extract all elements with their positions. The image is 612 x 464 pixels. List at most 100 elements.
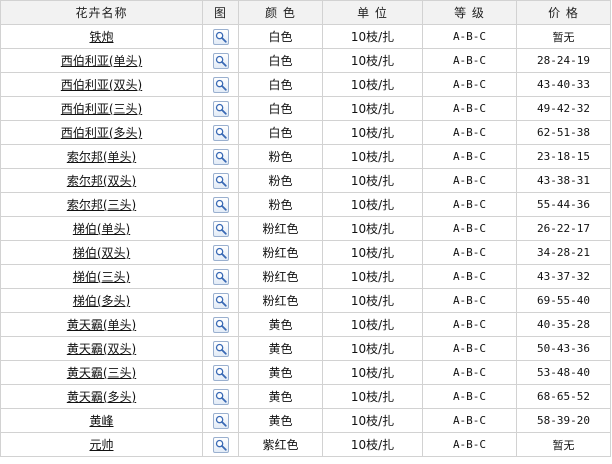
magnifier-icon[interactable]	[212, 196, 229, 213]
unit-cell: 10枝/扎	[322, 360, 423, 385]
magnifier-icon[interactable]	[212, 100, 229, 117]
flower-name-cell: 梯伯(单头)	[0, 216, 203, 241]
flower-name-link[interactable]: 黄峰	[89, 414, 113, 428]
flower-name-link[interactable]: 铁炮	[89, 30, 113, 44]
flower-name-link[interactable]: 黄天霸(多头)	[67, 390, 136, 404]
magnifier-icon[interactable]	[212, 124, 229, 141]
flower-name-link[interactable]: 索尔邦(单头)	[67, 150, 136, 164]
unit-cell: 10枝/扎	[322, 240, 423, 265]
image-cell	[202, 432, 239, 457]
price-cell: 40-35-28	[516, 312, 611, 337]
flower-name-cell: 黄天霸(单头)	[0, 312, 203, 337]
magnifier-icon[interactable]	[212, 316, 229, 333]
flower-name-cell: 元帅	[0, 432, 203, 457]
unit-cell: 10枝/扎	[322, 72, 423, 97]
table-row: 黄天霸(三头) 黄色 10枝/扎 A-B-C 53-48-40	[0, 360, 611, 385]
color-cell: 白色	[238, 96, 323, 121]
price-cell: 49-42-32	[516, 96, 611, 121]
unit-cell: 10枝/扎	[322, 216, 423, 241]
flower-name-link[interactable]: 黄天霸(单头)	[67, 318, 136, 332]
table-row: 黄峰 黄色 10枝/扎 A-B-C 58-39-20	[0, 408, 611, 433]
image-cell	[202, 120, 239, 145]
flower-name-link[interactable]: 西伯利亚(三头)	[61, 102, 142, 116]
color-cell: 粉红色	[238, 288, 323, 313]
table-row: 西伯利亚(三头) 白色 10枝/扎 A-B-C 49-42-32	[0, 96, 611, 121]
magnifier-icon[interactable]	[212, 268, 229, 285]
price-cell: 23-18-15	[516, 144, 611, 169]
magnifier-icon[interactable]	[212, 28, 229, 45]
price-cell: 43-40-33	[516, 72, 611, 97]
magnifier-icon[interactable]	[212, 148, 229, 165]
magnifier-icon[interactable]	[212, 340, 229, 357]
flower-name-link[interactable]: 西伯利亚(多头)	[61, 126, 142, 140]
flower-name-link[interactable]: 西伯利亚(单头)	[61, 54, 142, 68]
image-cell	[202, 216, 239, 241]
grade-cell: A-B-C	[422, 240, 517, 265]
grade-cell: A-B-C	[422, 384, 517, 409]
color-cell: 粉色	[238, 192, 323, 217]
magnifier-icon[interactable]	[212, 244, 229, 261]
table-row: 西伯利亚(单头) 白色 10枝/扎 A-B-C 28-24-19	[0, 48, 611, 73]
flower-name-link[interactable]: 梯伯(单头)	[73, 222, 130, 236]
grade-cell: A-B-C	[422, 216, 517, 241]
magnifier-icon[interactable]	[212, 436, 229, 453]
flower-name-cell: 西伯利亚(多头)	[0, 120, 203, 145]
magnifier-icon[interactable]	[212, 292, 229, 309]
color-cell: 黄色	[238, 336, 323, 361]
grade-cell: A-B-C	[422, 192, 517, 217]
image-cell	[202, 384, 239, 409]
grade-cell: A-B-C	[422, 72, 517, 97]
image-cell	[202, 192, 239, 217]
flower-name-link[interactable]: 元帅	[89, 438, 113, 452]
color-cell: 黄色	[238, 408, 323, 433]
flower-name-link[interactable]: 黄天霸(双头)	[67, 342, 136, 356]
unit-cell: 10枝/扎	[322, 432, 423, 457]
flower-name-link[interactable]: 西伯利亚(双头)	[61, 78, 142, 92]
magnifier-icon[interactable]	[212, 52, 229, 69]
flower-name-link[interactable]: 黄天霸(三头)	[67, 366, 136, 380]
table-header-row: 花卉名称 图 颜 色 单 位 等 级 价 格	[0, 0, 611, 25]
magnifier-icon[interactable]	[212, 364, 229, 381]
grade-cell: A-B-C	[422, 264, 517, 289]
table-row: 黄天霸(双头) 黄色 10枝/扎 A-B-C 50-43-36	[0, 336, 611, 361]
magnifier-icon[interactable]	[212, 220, 229, 237]
magnifier-icon[interactable]	[212, 76, 229, 93]
unit-cell: 10枝/扎	[322, 312, 423, 337]
flower-name-link[interactable]: 梯伯(多头)	[73, 294, 130, 308]
table-row: 梯伯(多头) 粉红色 10枝/扎 A-B-C 69-55-40	[0, 288, 611, 313]
magnifier-icon[interactable]	[212, 172, 229, 189]
color-cell: 粉红色	[238, 264, 323, 289]
flower-name-link[interactable]: 梯伯(三头)	[73, 270, 130, 284]
unit-cell: 10枝/扎	[322, 264, 423, 289]
flower-name-cell: 梯伯(双头)	[0, 240, 203, 265]
color-cell: 粉色	[238, 168, 323, 193]
grade-cell: A-B-C	[422, 408, 517, 433]
price-cell: 58-39-20	[516, 408, 611, 433]
magnifier-icon[interactable]	[212, 388, 229, 405]
flower-name-cell: 黄峰	[0, 408, 203, 433]
flower-name-cell: 黄天霸(双头)	[0, 336, 203, 361]
table-row: 梯伯(三头) 粉红色 10枝/扎 A-B-C 43-37-32	[0, 264, 611, 289]
header-price: 价 格	[516, 0, 611, 25]
image-cell	[202, 96, 239, 121]
magnifier-icon[interactable]	[212, 412, 229, 429]
table-row: 梯伯(双头) 粉红色 10枝/扎 A-B-C 34-28-21	[0, 240, 611, 265]
color-cell: 粉红色	[238, 240, 323, 265]
unit-cell: 10枝/扎	[322, 96, 423, 121]
grade-cell: A-B-C	[422, 168, 517, 193]
price-cell: 34-28-21	[516, 240, 611, 265]
grade-cell: A-B-C	[422, 48, 517, 73]
price-cell: 55-44-36	[516, 192, 611, 217]
flower-name-link[interactable]: 索尔邦(三头)	[67, 198, 136, 212]
price-cell: 28-24-19	[516, 48, 611, 73]
table-row: 索尔邦(三头) 粉色 10枝/扎 A-B-C 55-44-36	[0, 192, 611, 217]
flower-name-link[interactable]: 索尔邦(双头)	[67, 174, 136, 188]
flower-name-link[interactable]: 梯伯(双头)	[73, 246, 130, 260]
color-cell: 白色	[238, 24, 323, 49]
header-image: 图	[202, 0, 239, 25]
table-row: 元帅 紫红色 10枝/扎 A-B-C 暂无	[0, 432, 611, 457]
image-cell	[202, 360, 239, 385]
header-unit: 单 位	[322, 0, 423, 25]
color-cell: 粉红色	[238, 216, 323, 241]
grade-cell: A-B-C	[422, 336, 517, 361]
